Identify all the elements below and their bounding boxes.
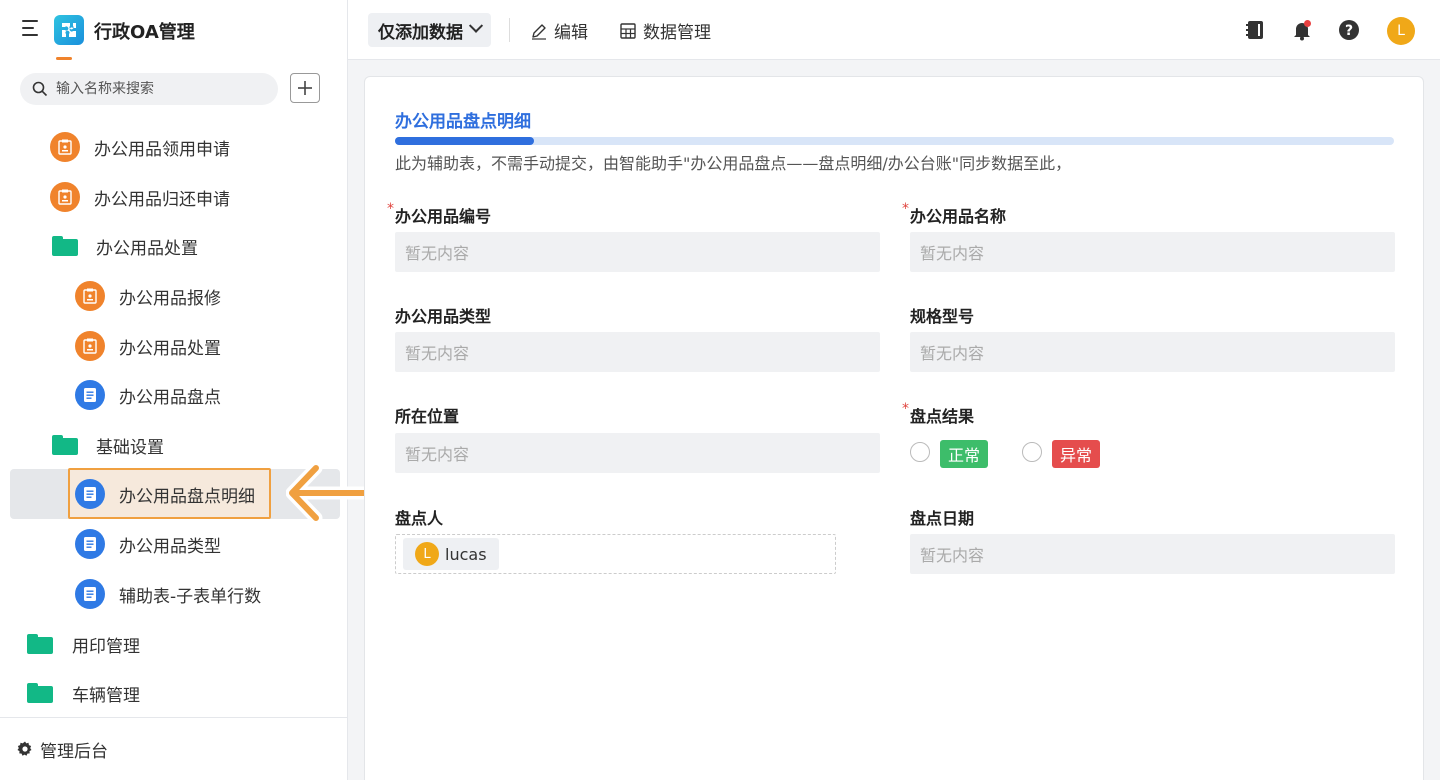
search-input[interactable] bbox=[56, 81, 256, 97]
bell-icon[interactable] bbox=[1290, 18, 1314, 42]
check-date-label: 盘点日期 bbox=[910, 509, 975, 528]
checker-label: 盘点人 bbox=[395, 509, 444, 528]
admin-backend-label: 管理后台 bbox=[40, 741, 108, 762]
sidebar-header: 行政OA管理 bbox=[0, 0, 348, 60]
sidebar-folder-seal[interactable]: 用印管理 bbox=[27, 619, 140, 669]
item-name-label: * 办公用品名称 bbox=[902, 201, 1007, 226]
tag-normal[interactable]: 正常 bbox=[940, 440, 989, 468]
item-name-field[interactable]: 暂无内容 bbox=[910, 232, 1395, 272]
svg-text:?: ? bbox=[1345, 23, 1353, 39]
app-title: 行政OA管理 bbox=[94, 22, 195, 43]
gear-icon bbox=[17, 741, 32, 756]
sidebar-item-office-supply-return[interactable]: 办公用品归还申请 bbox=[50, 172, 230, 222]
sidebar-item-label: 办公用品领用申请 bbox=[94, 139, 230, 160]
admin-backend-link[interactable]: 管理后台 bbox=[0, 717, 348, 780]
search-box[interactable] bbox=[20, 73, 278, 105]
sidebar-item-label: 办公用品类型 bbox=[119, 536, 221, 557]
user-chip-name: lucas bbox=[445, 544, 487, 564]
sidebar-item-inventory[interactable]: 办公用品盘点 bbox=[75, 370, 221, 420]
tag-abnormal[interactable]: 异常 bbox=[1052, 440, 1101, 468]
avatar: L bbox=[415, 542, 439, 566]
sidebar-item-label: 办公用品处置 bbox=[119, 338, 221, 359]
sidebar-item-label: 用印管理 bbox=[72, 636, 140, 657]
folder-icon bbox=[52, 236, 78, 256]
sidebar-item-label: 辅助表-子表单行数 bbox=[119, 586, 262, 607]
help-icon[interactable]: ? bbox=[1337, 18, 1361, 42]
location-label: 所在位置 bbox=[395, 407, 460, 426]
app-logo-icon bbox=[54, 15, 84, 45]
sidebar-item-inventory-detail[interactable]: 办公用品盘点明细 bbox=[75, 469, 255, 519]
sidebar-item-repair[interactable]: 办公用品报修 bbox=[75, 271, 221, 321]
highlight-arrow-icon bbox=[286, 462, 368, 524]
required-mark: * bbox=[387, 201, 394, 217]
user-avatar[interactable]: L bbox=[1387, 17, 1415, 45]
check-date-field[interactable]: 暂无内容 bbox=[910, 534, 1395, 574]
document-icon bbox=[75, 579, 105, 609]
item-type-label: 办公用品类型 bbox=[395, 307, 492, 326]
item-code-label: * 办公用品编号 bbox=[387, 201, 492, 226]
sidebar-item-label: 办公用品盘点 bbox=[119, 387, 221, 408]
required-mark: * bbox=[902, 201, 909, 217]
location-field[interactable]: 暂无内容 bbox=[395, 433, 880, 473]
sidebar-item-label: 办公用品归还申请 bbox=[94, 189, 230, 210]
checker-field[interactable]: L lucas bbox=[395, 534, 836, 574]
sidebar-item-office-supply-request[interactable]: 办公用品领用申请 bbox=[50, 122, 230, 172]
document-icon bbox=[75, 529, 105, 559]
edit-label: 编辑 bbox=[554, 23, 588, 43]
user-chip[interactable]: L lucas bbox=[403, 538, 499, 570]
form-icon bbox=[75, 281, 105, 311]
sidebar-item-label: 车辆管理 bbox=[72, 685, 140, 706]
data-manage-label: 数据管理 bbox=[643, 23, 711, 43]
sidebar-item-disposal[interactable]: 办公用品处置 bbox=[75, 321, 221, 371]
section-description: 此为辅助表，不需手动提交，由智能助手"办公用品盘点——盘点明细/办公台账"同步数… bbox=[395, 154, 1072, 173]
form-icon bbox=[50, 182, 80, 212]
menu-collapse-icon[interactable] bbox=[22, 20, 42, 38]
plus-icon bbox=[298, 81, 312, 95]
add-button[interactable] bbox=[290, 73, 320, 103]
sidebar-folder-basic-settings[interactable]: 基础设置 bbox=[52, 420, 164, 470]
table-icon bbox=[620, 22, 636, 39]
data-manage-button[interactable]: 数据管理 bbox=[619, 18, 711, 43]
sidebar-item-label: 基础设置 bbox=[96, 437, 164, 458]
radio-abnormal[interactable] bbox=[1022, 442, 1042, 462]
notebook-icon[interactable] bbox=[1243, 18, 1267, 42]
folder-icon bbox=[27, 634, 53, 654]
item-code-field[interactable]: 暂无内容 bbox=[395, 232, 880, 272]
spec-model-field[interactable]: 暂无内容 bbox=[910, 332, 1395, 372]
sidebar-item-label: 办公用品盘点明细 bbox=[119, 486, 255, 507]
section-divider-accent bbox=[395, 137, 534, 145]
required-mark: * bbox=[902, 401, 909, 417]
scroll-hint bbox=[56, 57, 72, 60]
section-title: 办公用品盘点明细 bbox=[395, 112, 531, 132]
form-icon bbox=[75, 331, 105, 361]
form-icon bbox=[50, 132, 80, 162]
folder-icon bbox=[27, 683, 53, 703]
sidebar-folder-disposal[interactable]: 办公用品处置 bbox=[52, 221, 198, 271]
spec-model-label: 规格型号 bbox=[910, 307, 975, 326]
sidebar-folder-vehicle[interactable]: 车辆管理 bbox=[27, 668, 140, 718]
edit-button[interactable]: 编辑 bbox=[530, 18, 588, 43]
chevron-down-icon bbox=[468, 18, 484, 33]
sidebar-item-supply-type[interactable]: 办公用品类型 bbox=[75, 519, 221, 569]
toolbar-divider bbox=[509, 18, 510, 42]
sidebar-item-subform-rows[interactable]: 辅助表-子表单行数 bbox=[75, 569, 261, 619]
sidebar-item-label: 办公用品处置 bbox=[96, 238, 198, 259]
radio-normal[interactable] bbox=[910, 442, 930, 462]
view-select-label: 仅添加数据 bbox=[378, 22, 463, 43]
section-divider bbox=[395, 137, 1394, 145]
document-icon bbox=[75, 380, 105, 410]
document-icon bbox=[75, 479, 105, 509]
top-toolbar: 仅添加数据 编辑 数据管理 ? L bbox=[348, 0, 1440, 60]
form-card: 办公用品盘点明细 此为辅助表，不需手动提交，由智能助手"办公用品盘点——盘点明细… bbox=[364, 76, 1424, 780]
folder-icon bbox=[52, 435, 78, 455]
search-icon bbox=[32, 81, 48, 97]
check-result-label: * 盘点结果 bbox=[902, 401, 975, 426]
sidebar: 行政OA管理 办公用品领用申请 办公用品归还申请 办公用品处置 办公用品报修 bbox=[0, 0, 348, 780]
view-select-dropdown[interactable]: 仅添加数据 bbox=[368, 13, 491, 47]
sidebar-item-label: 办公用品报修 bbox=[119, 288, 221, 309]
pencil-icon bbox=[532, 23, 546, 40]
item-type-field[interactable]: 暂无内容 bbox=[395, 332, 880, 372]
